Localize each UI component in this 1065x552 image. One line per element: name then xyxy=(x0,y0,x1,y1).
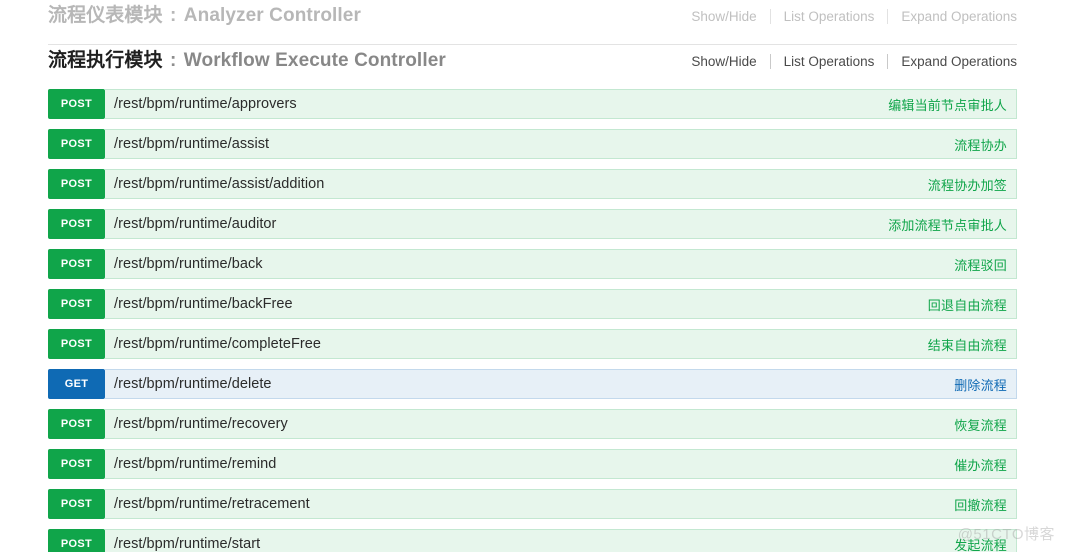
http-method-badge: POST xyxy=(48,249,105,279)
endpoint-description: 回退自由流程 xyxy=(927,297,1007,313)
endpoint-path: /rest/bpm/runtime/back xyxy=(114,256,263,272)
endpoint-list: POST/rest/bpm/runtime/approvers 编辑当前节点审批人… xyxy=(0,89,1065,552)
endpoint-path: /rest/bpm/runtime/remind xyxy=(114,456,277,472)
endpoint-row[interactable]: POST/rest/bpm/runtime/auditor 添加流程节点审批人 xyxy=(48,209,1017,239)
endpoint-body[interactable]: /rest/bpm/runtime/assist/addition 流程协办加签 xyxy=(105,169,1017,199)
endpoint-description: 编辑当前节点审批人 xyxy=(888,97,1007,113)
endpoint-body[interactable]: /rest/bpm/runtime/approvers 编辑当前节点审批人 xyxy=(105,89,1017,119)
endpoint-description: 删除流程 xyxy=(954,377,1007,393)
endpoint-path: /rest/bpm/runtime/delete xyxy=(114,376,272,392)
endpoint-body[interactable]: /rest/bpm/runtime/back 流程驳回 xyxy=(105,249,1017,279)
list-operations-link-workflow-execute[interactable]: List Operations xyxy=(771,54,888,69)
endpoint-description: 回撤流程 xyxy=(954,497,1007,513)
endpoint-description: 流程驳回 xyxy=(954,257,1007,273)
endpoint-path: /rest/bpm/runtime/assist/addition xyxy=(114,176,325,192)
resource-section-workflow-execute: 流程执行模块 : Workflow Execute Controller Sho… xyxy=(0,45,1065,89)
http-method-badge: POST xyxy=(48,209,105,239)
resource-title-separator: : xyxy=(164,5,182,26)
endpoint-row[interactable]: GET/rest/bpm/runtime/delete 删除流程 xyxy=(48,369,1017,399)
endpoint-description: 结束自由流程 xyxy=(927,337,1007,353)
endpoint-path: /rest/bpm/runtime/backFree xyxy=(114,296,293,312)
endpoint-path: /rest/bpm/runtime/completeFree xyxy=(114,336,321,352)
http-method-badge: POST xyxy=(48,529,105,552)
swagger-page: 流程仪表模块 : Analyzer Controller Show/Hide L… xyxy=(0,0,1065,552)
endpoint-body[interactable]: /rest/bpm/runtime/backFree 回退自由流程 xyxy=(105,289,1017,319)
http-method-badge: POST xyxy=(48,449,105,479)
http-method-badge: POST xyxy=(48,169,105,199)
endpoint-body[interactable]: /rest/bpm/runtime/remind 催办流程 xyxy=(105,449,1017,479)
endpoint-row[interactable]: POST/rest/bpm/runtime/start 发起流程 xyxy=(48,529,1017,552)
endpoint-path: /rest/bpm/runtime/assist xyxy=(114,136,270,152)
endpoint-description: 添加流程节点审批人 xyxy=(888,217,1007,233)
expand-operations-link-workflow-execute[interactable]: Expand Operations xyxy=(888,54,1017,69)
endpoint-path: /rest/bpm/runtime/start xyxy=(114,536,261,552)
resource-title-en: Analyzer Controller xyxy=(183,5,361,26)
endpoint-path: /rest/bpm/runtime/recovery xyxy=(114,416,288,432)
endpoint-row[interactable]: POST/rest/bpm/runtime/completeFree 结束自由流程 xyxy=(48,329,1017,359)
resource-title-en: Workflow Execute Controller xyxy=(183,50,446,71)
http-method-badge: POST xyxy=(48,289,105,319)
endpoint-description: 流程协办加签 xyxy=(927,177,1007,193)
endpoint-path: /rest/bpm/runtime/auditor xyxy=(114,216,277,232)
endpoint-row[interactable]: POST/rest/bpm/runtime/back 流程驳回 xyxy=(48,249,1017,279)
http-method-badge: POST xyxy=(48,489,105,519)
endpoint-row[interactable]: POST/rest/bpm/runtime/remind 催办流程 xyxy=(48,449,1017,479)
endpoint-path: /rest/bpm/runtime/retracement xyxy=(114,496,310,512)
endpoint-row[interactable]: POST/rest/bpm/runtime/recovery 恢复流程 xyxy=(48,409,1017,439)
resource-title-workflow-execute[interactable]: 流程执行模块 : Workflow Execute Controller xyxy=(48,45,446,72)
endpoint-body[interactable]: /rest/bpm/runtime/completeFree 结束自由流程 xyxy=(105,329,1017,359)
show-hide-link-workflow-execute[interactable]: Show/Hide xyxy=(678,54,769,69)
endpoint-row[interactable]: POST/rest/bpm/runtime/backFree 回退自由流程 xyxy=(48,289,1017,319)
http-method-badge: GET xyxy=(48,369,105,399)
endpoint-description: 发起流程 xyxy=(954,537,1007,552)
endpoint-body[interactable]: /rest/bpm/runtime/retracement 回撤流程 xyxy=(105,489,1017,519)
endpoint-row[interactable]: POST/rest/bpm/runtime/retracement 回撤流程 xyxy=(48,489,1017,519)
endpoint-body[interactable]: /rest/bpm/runtime/auditor 添加流程节点审批人 xyxy=(105,209,1017,239)
endpoint-description: 恢复流程 xyxy=(954,417,1007,433)
resource-header-workflow-execute: 流程执行模块 : Workflow Execute Controller Sho… xyxy=(48,45,1017,89)
endpoint-path: /rest/bpm/runtime/approvers xyxy=(114,96,297,112)
http-method-badge: POST xyxy=(48,329,105,359)
expand-operations-link-analyzer[interactable]: Expand Operations xyxy=(888,9,1017,24)
endpoint-row[interactable]: POST/rest/bpm/runtime/approvers 编辑当前节点审批人 xyxy=(48,89,1017,119)
endpoint-body[interactable]: /rest/bpm/runtime/delete 删除流程 xyxy=(105,369,1017,399)
resource-title-cn: 流程执行模块 xyxy=(48,50,163,71)
show-hide-link-analyzer[interactable]: Show/Hide xyxy=(678,9,769,24)
endpoint-description: 流程协办 xyxy=(954,137,1007,153)
resource-header-analyzer: 流程仪表模块 : Analyzer Controller Show/Hide L… xyxy=(48,0,1017,44)
http-method-badge: POST xyxy=(48,129,105,159)
resource-options-workflow-execute: Show/Hide List Operations Expand Operati… xyxy=(678,54,1017,69)
endpoint-body[interactable]: /rest/bpm/runtime/assist 流程协办 xyxy=(105,129,1017,159)
resource-title-cn: 流程仪表模块 xyxy=(48,5,163,26)
resource-title-separator: : xyxy=(164,50,182,71)
endpoint-body[interactable]: /rest/bpm/runtime/recovery 恢复流程 xyxy=(105,409,1017,439)
http-method-badge: POST xyxy=(48,89,105,119)
list-operations-link-analyzer[interactable]: List Operations xyxy=(771,9,888,24)
endpoint-row[interactable]: POST/rest/bpm/runtime/assist 流程协办 xyxy=(48,129,1017,159)
http-method-badge: POST xyxy=(48,409,105,439)
endpoint-row[interactable]: POST/rest/bpm/runtime/assist/addition 流程协… xyxy=(48,169,1017,199)
resource-section-analyzer: 流程仪表模块 : Analyzer Controller Show/Hide L… xyxy=(0,0,1065,44)
endpoint-body[interactable]: /rest/bpm/runtime/start 发起流程 xyxy=(105,529,1017,552)
resource-options-analyzer: Show/Hide List Operations Expand Operati… xyxy=(678,9,1017,24)
endpoint-description: 催办流程 xyxy=(954,457,1007,473)
resource-title-analyzer[interactable]: 流程仪表模块 : Analyzer Controller xyxy=(48,0,361,27)
